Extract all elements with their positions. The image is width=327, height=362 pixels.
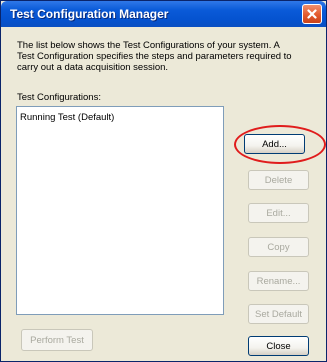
add-button[interactable]: Add... <box>244 134 305 154</box>
set-default-button[interactable]: Set Default <box>248 304 309 324</box>
description-line-1: The list below shows the Test Configurat… <box>17 40 280 51</box>
close-icon <box>307 9 317 19</box>
edit-button[interactable]: Edit... <box>248 203 309 223</box>
configurations-listbox[interactable]: Running Test (Default) <box>16 106 224 315</box>
rename-button[interactable]: Rename... <box>248 271 309 291</box>
description-text: The list below shows the Test Configurat… <box>17 40 317 73</box>
window-title: Test Configuration Manager <box>10 7 169 21</box>
delete-button[interactable]: Delete <box>248 170 309 190</box>
close-button[interactable]: Close <box>248 336 309 356</box>
description-line-3: carry out a data acquisition session. <box>17 62 169 73</box>
perform-test-button[interactable]: Perform Test <box>21 329 93 351</box>
test-configuration-manager-dialog: Test Configuration Manager The list belo… <box>0 0 327 362</box>
description-line-2: Test Configuration specifies the steps a… <box>17 51 292 62</box>
list-item-running-test[interactable]: Running Test (Default) <box>20 112 114 123</box>
title-bar[interactable]: Test Configuration Manager <box>1 1 326 27</box>
copy-button[interactable]: Copy <box>248 237 309 257</box>
configurations-label: Test Configurations: <box>17 92 101 103</box>
close-window-button[interactable] <box>302 4 322 24</box>
